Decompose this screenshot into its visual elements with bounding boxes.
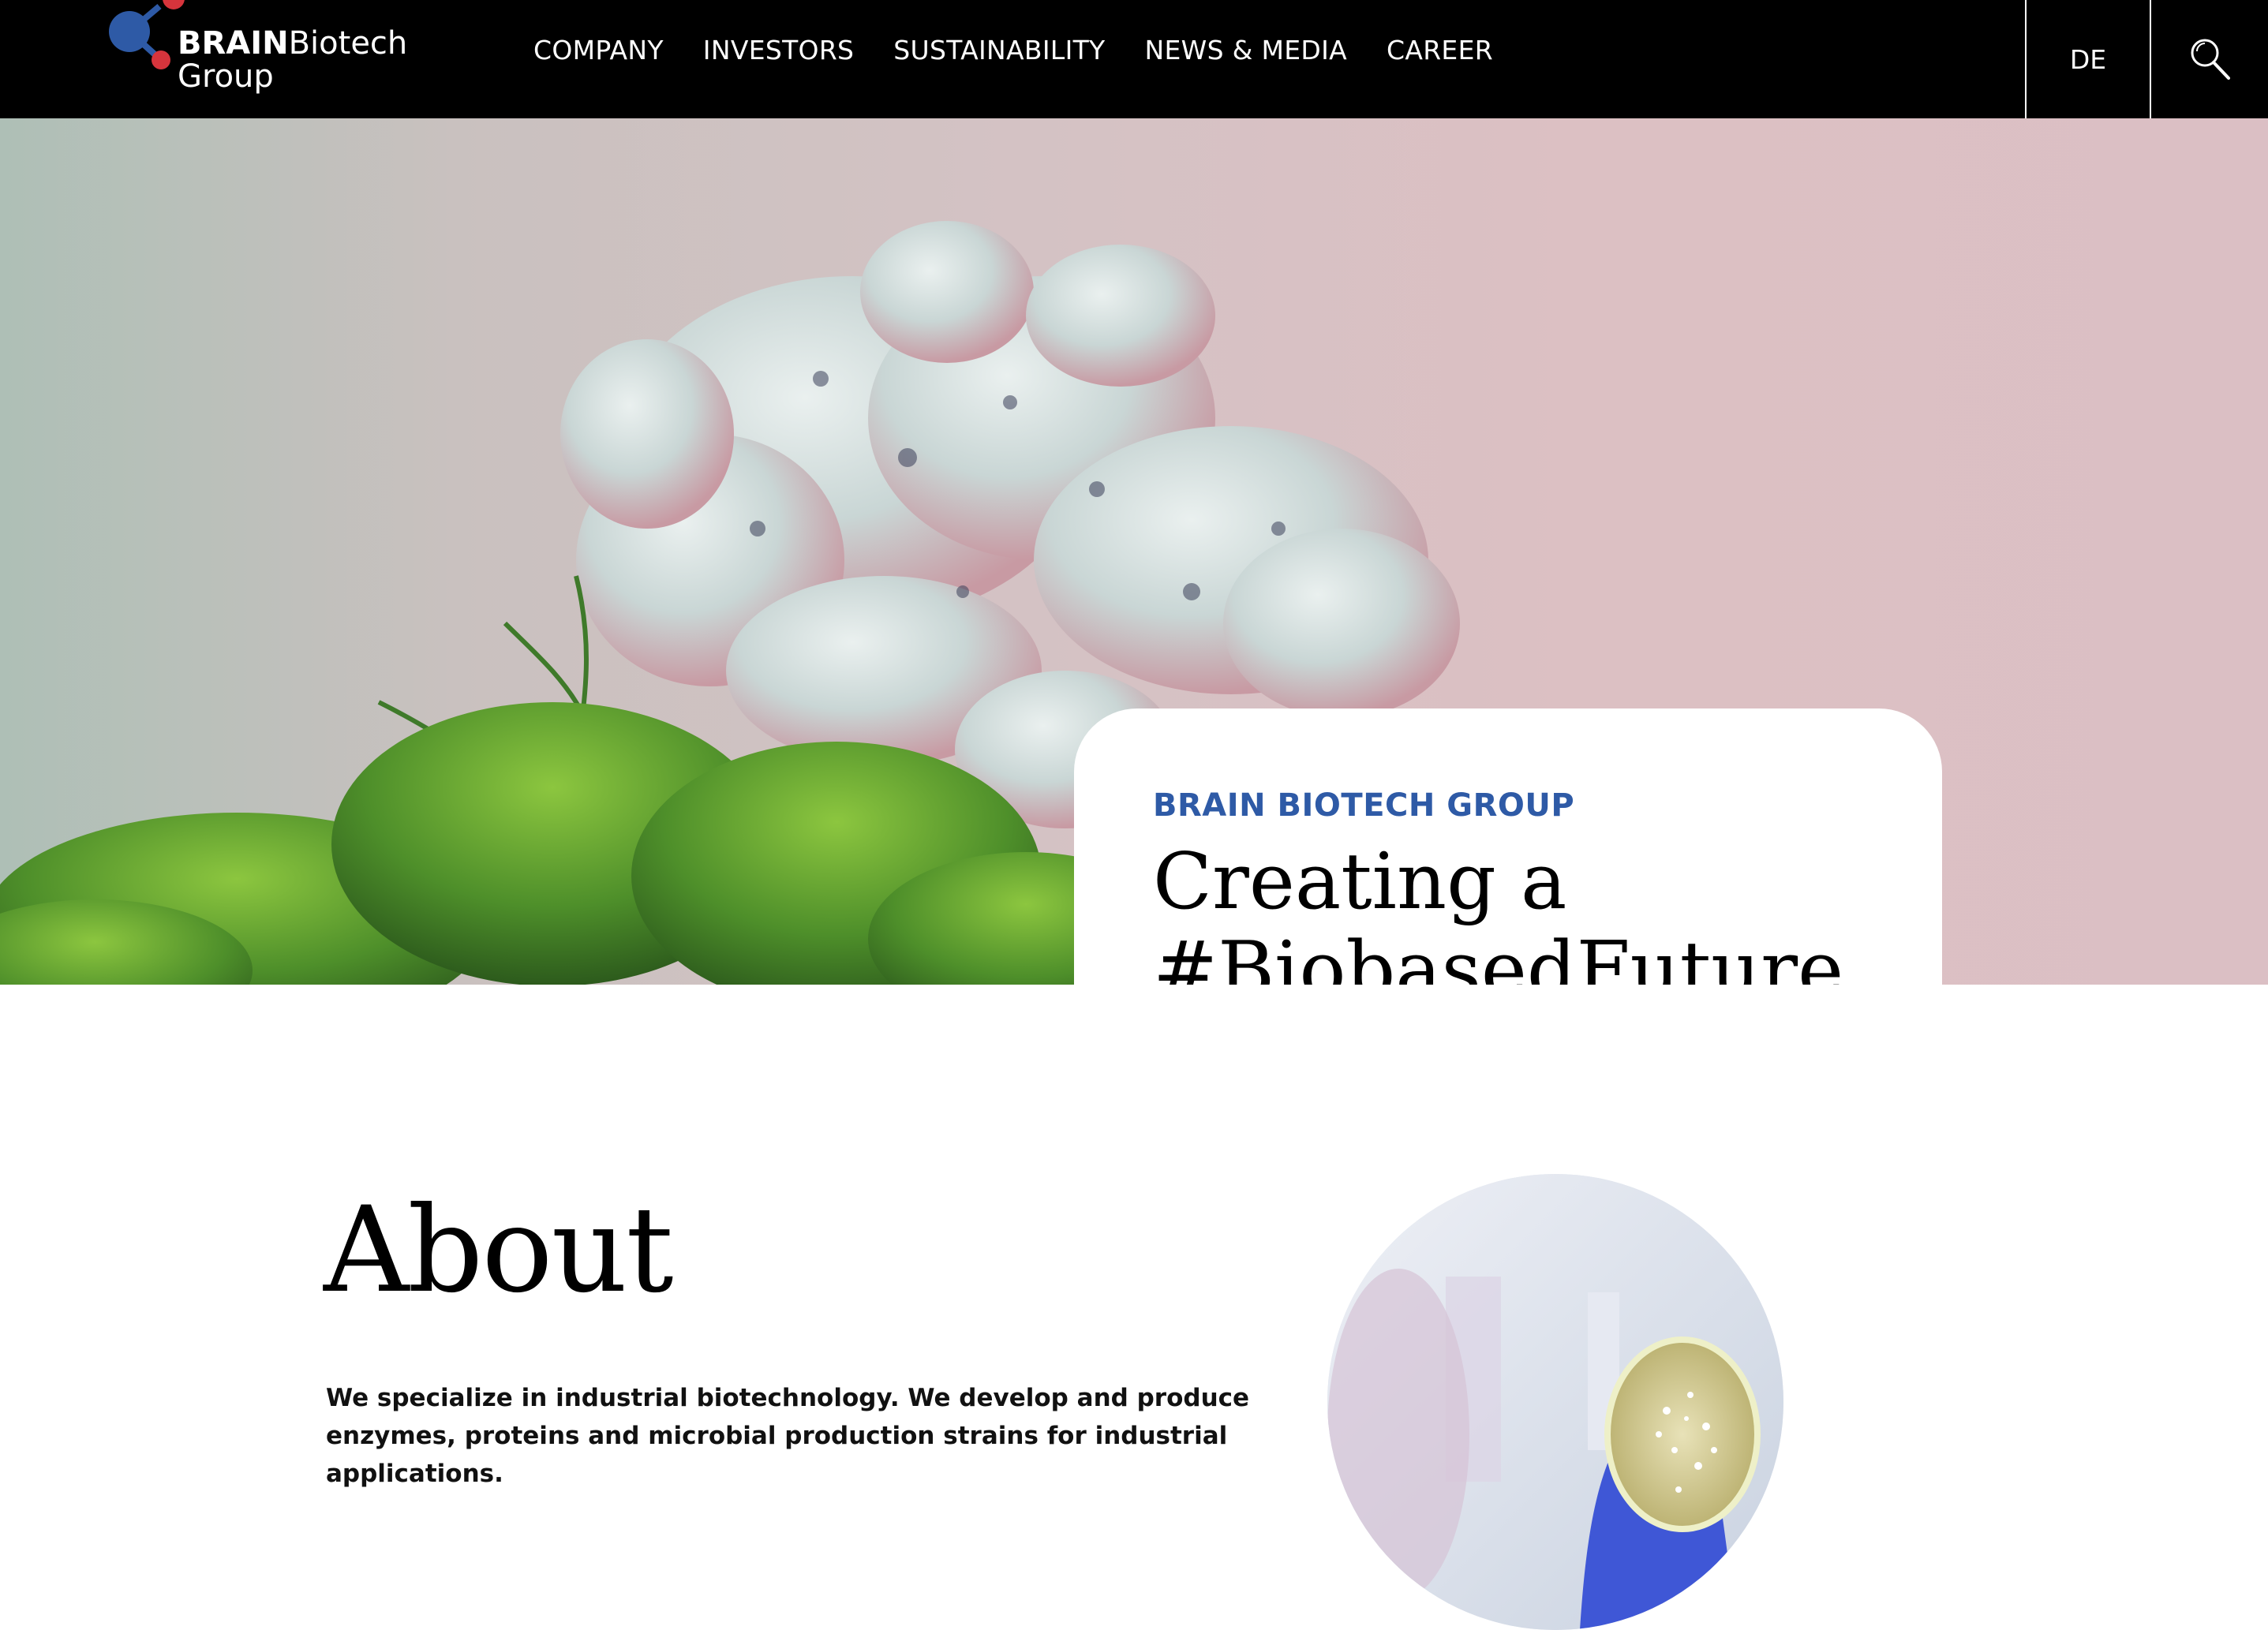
nav-investors[interactable]: INVESTORS (703, 35, 855, 65)
about-heading: About (324, 1182, 674, 1319)
nav-sustainability[interactable]: SUSTAINABILITY (893, 35, 1105, 65)
petri-dish-lab-image (1327, 1174, 1783, 1630)
nav-company[interactable]: COMPANY (533, 35, 664, 65)
language-switch[interactable]: DE (2025, 0, 2151, 118)
nav-news-media[interactable]: NEWS & MEDIA (1145, 35, 1347, 65)
site-header: BRAINBiotech Group COMPANY INVESTORS SUS… (0, 0, 2268, 118)
search-button[interactable] (2151, 0, 2268, 118)
molecule-logo-icon (109, 0, 185, 69)
hero-eyebrow: BRAIN BIOTECH GROUP (1153, 787, 1575, 824)
search-icon (2191, 39, 2230, 80)
about-description: We specialize in industrial biotechnolog… (326, 1384, 1250, 1488)
brain-biotech-logo[interactable]: BRAINBiotech Group (106, 0, 408, 103)
hero-title: Creating a #BiobasedFuture (1153, 837, 1844, 985)
hero-card: BRAIN BIOTECH GROUP Creating a #Biobased… (1074, 708, 1942, 985)
main-nav: COMPANY INVESTORS SUSTAINABILITY NEWS & … (533, 35, 1533, 65)
logo-brand-line2: Group (178, 58, 274, 95)
hero-section: BRAIN BIOTECH GROUP Creating a #Biobased… (0, 118, 2268, 985)
logo-brand-rest: Biotech (288, 25, 408, 62)
logo-brand-bold: BRAIN (178, 25, 289, 62)
nav-career[interactable]: CAREER (1387, 35, 1493, 65)
